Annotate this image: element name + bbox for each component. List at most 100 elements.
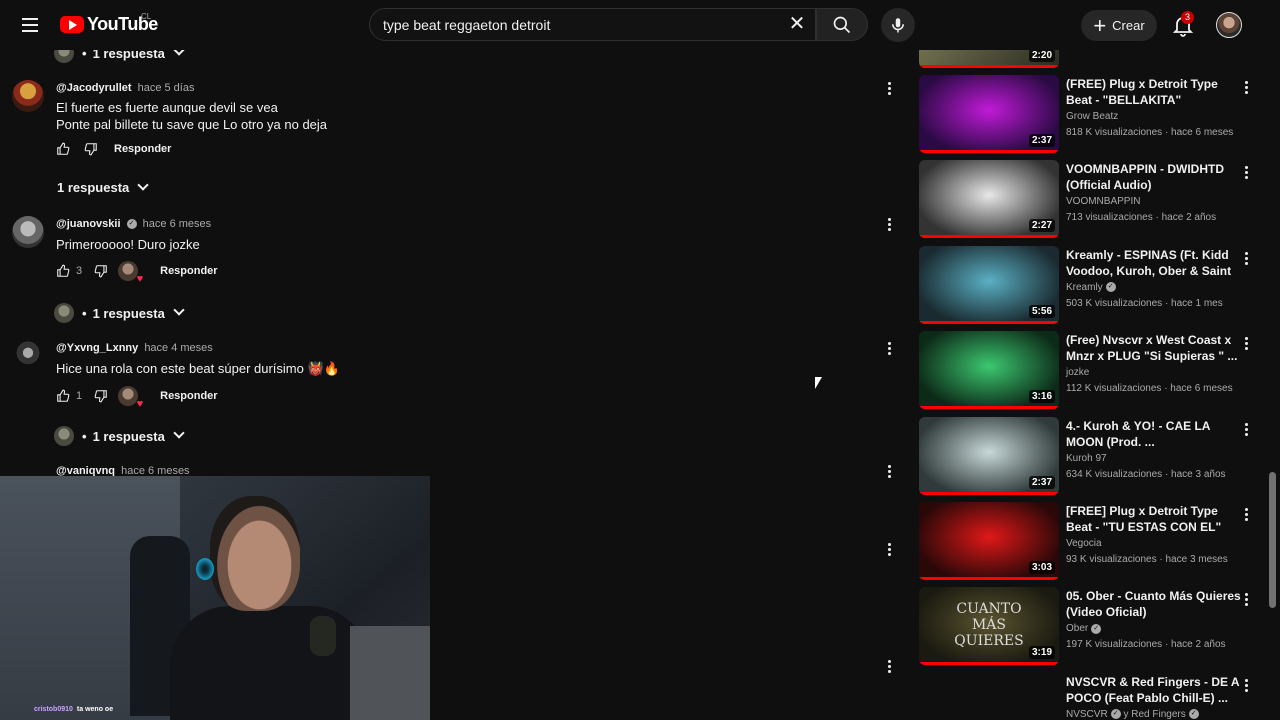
commenter-avatar[interactable] <box>12 340 44 372</box>
video-channel[interactable]: VOOMNBAPPIN <box>1066 196 1140 207</box>
view-replies-toggle[interactable]: • 1 respuesta <box>54 303 185 323</box>
comment-author[interactable]: @Yxvng_Lxnny <box>56 342 138 354</box>
comment-author[interactable]: @Jacodyrullet <box>56 82 132 94</box>
comment-header: @Yxvng_Lxnny hace 4 meses <box>56 342 213 354</box>
like-icon[interactable] <box>56 264 70 278</box>
video-title[interactable]: (FREE) Plug x Detroit Type Beat - "BELLA… <box>1066 76 1241 108</box>
clear-search-icon[interactable]: ✕ <box>787 14 807 35</box>
reply-avatar <box>54 426 74 446</box>
comment-more-icon[interactable] <box>881 541 897 561</box>
related-video[interactable]: 2:37 4.- Kuroh & YO! - CAE LA MOON (Prod.… <box>919 416 1264 497</box>
video-title[interactable]: Kreamly - ESPINAS (Ft. Kidd Voodoo, Kuro… <box>1066 247 1241 280</box>
video-channel[interactable]: NVSCVR ✓ y Red Fingers ✓ <box>1066 709 1199 720</box>
video-meta: 503 K visualizaciones · hace 1 mes <box>1066 297 1223 309</box>
commenter-avatar[interactable] <box>12 216 44 248</box>
channel-name[interactable]: NVSCVR <box>1066 709 1108 720</box>
related-video[interactable]: 2:37 (FREE) Plug x Detroit Type Beat - "B… <box>919 75 1264 155</box>
menu-icon[interactable] <box>18 14 42 36</box>
video-more-icon[interactable] <box>1240 506 1252 524</box>
view-replies-toggle[interactable]: • 1 respuesta <box>54 426 185 446</box>
comment-more-icon[interactable] <box>881 80 897 100</box>
comment-more-icon[interactable] <box>881 463 897 483</box>
video-thumbnail[interactable]: 2:37 <box>919 75 1059 153</box>
channel-name[interactable]: jozke <box>1066 367 1089 378</box>
channel-name[interactable]: Vegocia <box>1066 538 1102 549</box>
video-channel[interactable]: jozke <box>1066 367 1089 378</box>
related-video[interactable]: 3:16 (Free) Nvscvr x West Coast x Mnzr x … <box>919 331 1264 411</box>
microphone-icon <box>892 18 904 33</box>
video-thumbnail[interactable]: 3:03 <box>919 502 1059 580</box>
comment-header: @juanovskii ✓ hace 6 meses <box>56 218 211 230</box>
related-video[interactable]: 2:27 VOOMNBAPPIN - DWIDHTD (Official Audi… <box>919 160 1264 240</box>
commenter-avatar[interactable] <box>12 80 44 112</box>
related-video[interactable]: CUANTO MÁS QUIERES 3:19 05. Ober - Cuanto … <box>919 587 1264 667</box>
view-replies-toggle[interactable]: 1 respuesta <box>57 178 149 195</box>
video-title[interactable]: (Free) Nvscvr x West Coast x Mnzr x PLUG… <box>1066 332 1241 364</box>
video-title[interactable]: NVSCVR & Red Fingers - DE A POCO (Feat P… <box>1066 674 1241 706</box>
comment-text: Primerooooo! Duro jozke <box>56 236 200 253</box>
comment-more-icon[interactable] <box>881 658 897 678</box>
comment-more-icon[interactable] <box>881 340 897 360</box>
video-thumbnail[interactable]: 2:37 <box>919 416 1059 495</box>
replies-count-label: 1 respuesta <box>92 428 165 444</box>
channel-name[interactable]: Ober <box>1066 623 1088 634</box>
video-channel[interactable]: Grow Beatz <box>1066 111 1118 122</box>
related-video[interactable]: 3:03 [FREE] Plug x Detroit Type Beat - "T… <box>919 502 1264 582</box>
video-more-icon[interactable] <box>1240 335 1252 353</box>
channel-name[interactable]: Grow Beatz <box>1066 111 1118 122</box>
video-more-icon[interactable] <box>1240 677 1252 695</box>
comment-actions: 1 Responder <box>56 386 218 410</box>
create-button[interactable]: + Crear <box>1081 10 1157 41</box>
reply-button[interactable]: Responder <box>160 265 217 277</box>
video-more-icon[interactable] <box>1240 421 1252 439</box>
video-thumbnail[interactable]: 2:27 <box>919 160 1059 239</box>
video-channel[interactable]: Kuroh 97 <box>1066 453 1107 464</box>
comment-actions: 3 Responder <box>56 261 218 285</box>
video-thumbnail[interactable]: 5:56 <box>919 245 1059 324</box>
webcam-overlay: cristob0910 ta weno oe <box>0 476 430 720</box>
voice-search-button[interactable] <box>881 8 915 42</box>
comment-time[interactable]: hace 6 meses <box>143 218 211 230</box>
dislike-icon[interactable] <box>94 264 108 278</box>
country-code: CL <box>141 12 152 21</box>
video-meta: 713 visualizaciones · hace 2 años <box>1066 212 1217 224</box>
dislike-icon[interactable] <box>84 142 98 156</box>
creator-heart-icon <box>118 386 143 410</box>
video-channel[interactable]: Vegocia <box>1066 538 1102 549</box>
account-avatar[interactable] <box>1216 12 1242 38</box>
channel-suffix[interactable]: y Red Fingers <box>1123 709 1185 720</box>
video-duration: 2:37 <box>1028 475 1055 489</box>
video-channel[interactable]: Ober ✓ <box>1066 623 1102 634</box>
video-channel[interactable]: Kreamly ✓ <box>1066 282 1116 293</box>
reply-avatar <box>54 303 74 323</box>
dislike-icon[interactable] <box>94 389 108 403</box>
chevron-down-icon <box>173 427 185 439</box>
comment-time[interactable]: hace 4 meses <box>144 342 212 354</box>
reply-button[interactable]: Responder <box>160 390 217 402</box>
related-video[interactable]: 5:56 Kreamly - ESPINAS (Ft. Kidd Voodoo, … <box>919 245 1264 326</box>
comment-author[interactable]: @juanovskii <box>56 218 121 230</box>
video-thumbnail[interactable]: 3:16 <box>919 331 1059 410</box>
like-icon[interactable] <box>56 389 70 403</box>
video-title[interactable]: VOOMNBAPPIN - DWIDHTD (Official Audio) <box>1066 161 1241 193</box>
channel-name[interactable]: Kuroh 97 <box>1066 453 1107 464</box>
channel-name[interactable]: VOOMNBAPPIN <box>1066 196 1140 207</box>
video-more-icon[interactable] <box>1240 250 1252 268</box>
video-more-icon[interactable] <box>1240 591 1252 609</box>
search-input[interactable] <box>383 9 783 40</box>
reply-button[interactable]: Responder <box>114 143 171 155</box>
video-title[interactable]: 4.- Kuroh & YO! - CAE LA MOON (Prod. ... <box>1066 418 1241 450</box>
search-button[interactable] <box>816 8 868 41</box>
video-title[interactable]: 05. Ober - Cuanto Más Quieres (Video Ofi… <box>1066 588 1241 620</box>
video-title[interactable]: [FREE] Plug x Detroit Type Beat - "TU ES… <box>1066 503 1241 535</box>
like-icon[interactable] <box>56 142 70 156</box>
comment-more-icon[interactable] <box>881 216 897 236</box>
video-more-icon[interactable] <box>1240 164 1252 182</box>
comment-time[interactable]: hace 5 días <box>138 82 195 94</box>
channel-name[interactable]: Kreamly <box>1066 282 1103 293</box>
video-thumbnail[interactable]: CUANTO MÁS QUIERES 3:19 <box>919 587 1059 666</box>
youtube-play-icon <box>60 16 84 33</box>
video-more-icon[interactable] <box>1240 79 1252 97</box>
related-video[interactable]: NVSCVR & Red Fingers - DE A POCO (Feat P… <box>919 673 1264 720</box>
sidebar-scrollbar[interactable] <box>1269 472 1276 608</box>
